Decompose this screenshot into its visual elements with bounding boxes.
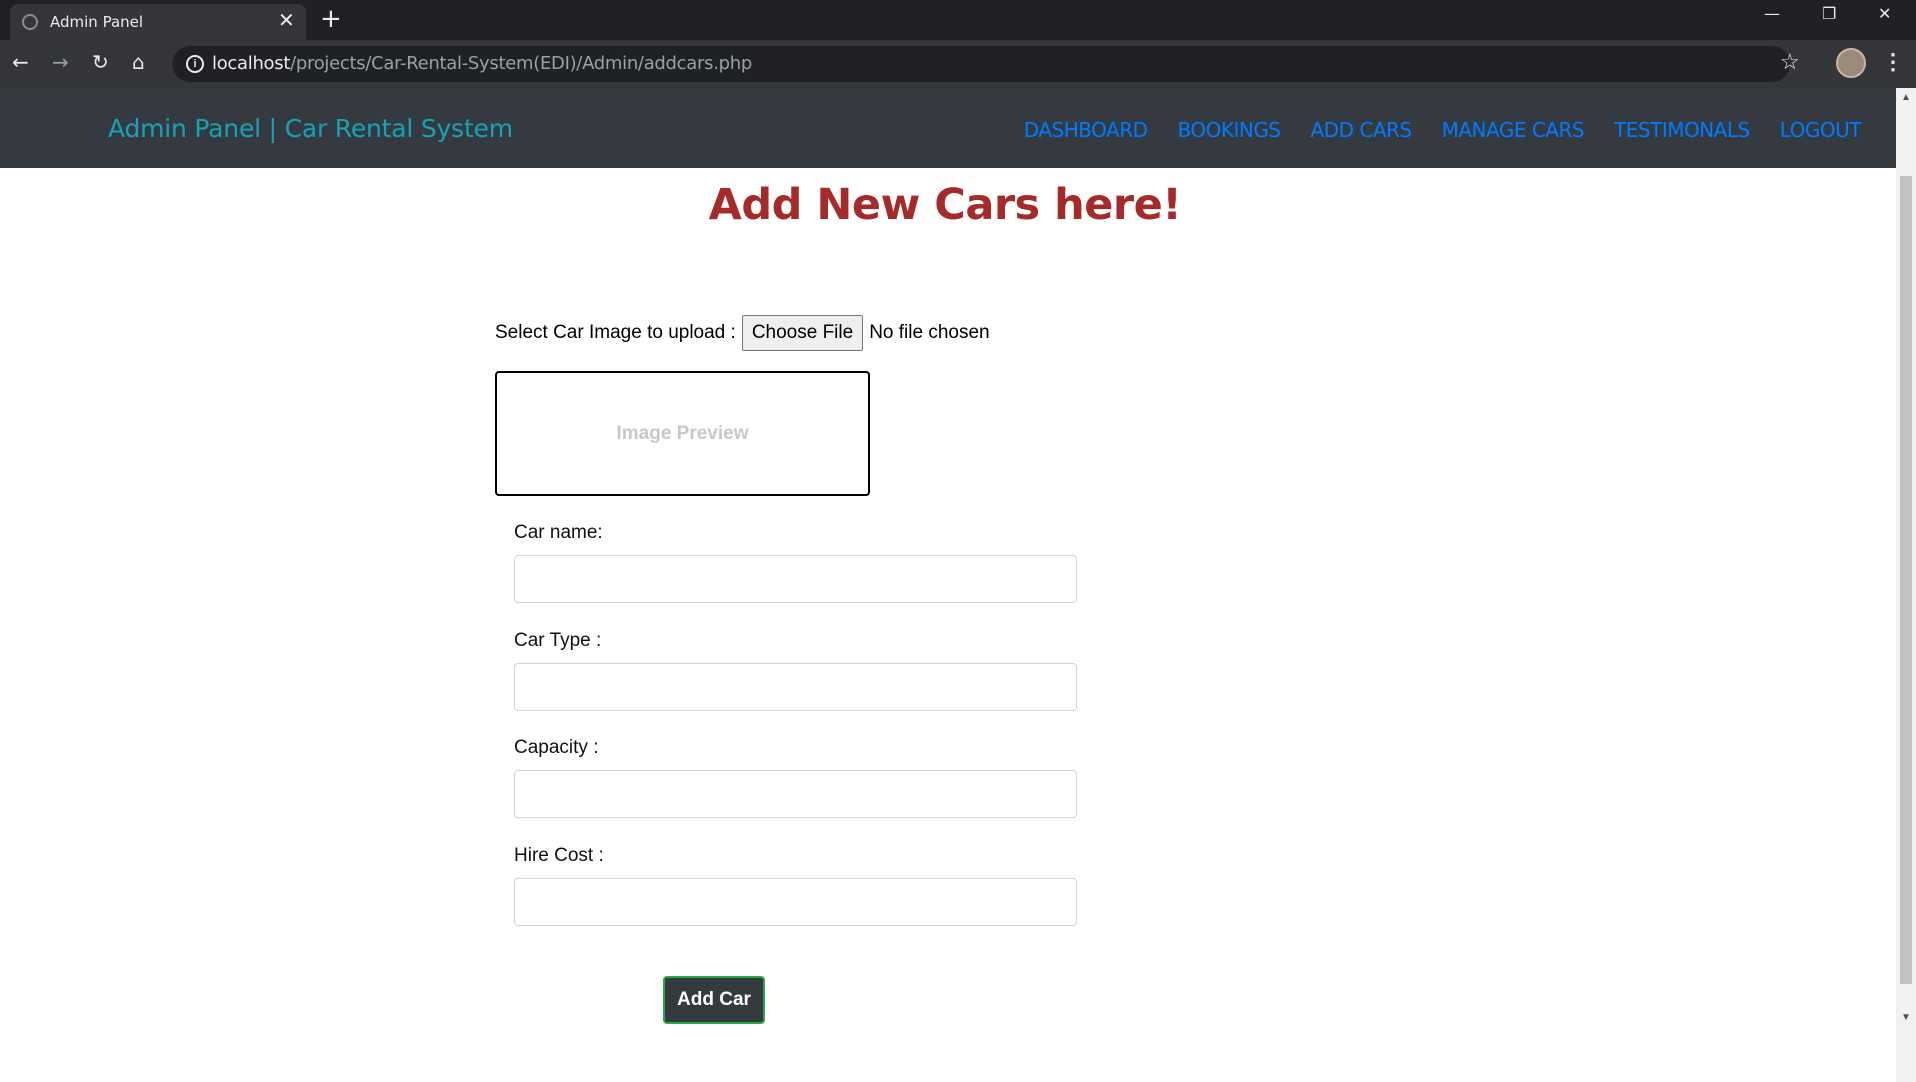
admin-navbar: Admin Panel | Car Rental System DASHBOAR… bbox=[0, 88, 1896, 168]
close-window-icon[interactable]: ✕ bbox=[1878, 4, 1891, 23]
minimize-icon[interactable]: — bbox=[1764, 4, 1780, 23]
url-text[interactable]: localhost/projects/Car-Rental-System(EDI… bbox=[212, 53, 752, 74]
upload-label: Select Car Image to upload : bbox=[495, 322, 736, 343]
new-tab-icon[interactable]: + bbox=[320, 4, 342, 34]
brand-title[interactable]: Admin Panel | Car Rental System bbox=[108, 114, 513, 143]
nav-link-add-cars[interactable]: ADD CARS bbox=[1311, 118, 1413, 142]
car-type-input[interactable] bbox=[514, 663, 1077, 711]
profile-avatar[interactable] bbox=[1836, 48, 1866, 78]
page-content: Admin Panel | Car Rental System DASHBOAR… bbox=[0, 88, 1896, 1082]
close-tab-icon[interactable]: ✕ bbox=[278, 10, 295, 30]
scroll-thumb[interactable] bbox=[1900, 176, 1912, 984]
nav-link-manage-cars[interactable]: MANAGE CARS bbox=[1442, 118, 1585, 142]
page-title: Add New Cars here! bbox=[708, 180, 1182, 230]
capacity-input[interactable] bbox=[514, 770, 1077, 818]
page-scrollbar[interactable]: ▲ ▼ bbox=[1896, 88, 1916, 1082]
scroll-down-icon[interactable]: ▼ bbox=[1900, 1012, 1912, 1023]
address-bar[interactable]: i localhost/projects/Car-Rental-System(E… bbox=[172, 46, 1790, 82]
car-name-input[interactable] bbox=[514, 555, 1077, 603]
home-icon[interactable]: ⌂ bbox=[132, 50, 145, 74]
menu-kebab-icon[interactable]: ⋮ bbox=[1882, 48, 1904, 76]
back-icon[interactable]: ← bbox=[12, 50, 29, 74]
car-type-label: Car Type : bbox=[514, 630, 602, 651]
upload-row: Select Car Image to upload : Choose File… bbox=[495, 315, 990, 351]
no-file-text: No file chosen bbox=[869, 322, 990, 343]
car-name-label: Car name: bbox=[514, 522, 603, 543]
nav-link-bookings[interactable]: BOOKINGS bbox=[1177, 118, 1281, 142]
hire-cost-input[interactable] bbox=[514, 878, 1077, 926]
tab-title: Admin Panel bbox=[50, 13, 144, 31]
forward-icon[interactable]: → bbox=[52, 50, 69, 74]
nav-links: DASHBOARD BOOKINGS ADD CARS MANAGE CARS … bbox=[1024, 118, 1862, 142]
image-preview-box: Image Preview bbox=[495, 371, 870, 496]
restore-icon[interactable]: ❐ bbox=[1822, 4, 1836, 23]
nav-link-testimonals[interactable]: TESTIMONALS bbox=[1614, 118, 1750, 142]
bookmark-star-icon[interactable]: ☆ bbox=[1780, 50, 1800, 74]
reload-icon[interactable]: ↻ bbox=[92, 50, 109, 74]
browser-toolbar: ← → ↻ ⌂ i localhost/projects/Car-Rental-… bbox=[0, 40, 1916, 88]
browser-tab[interactable]: Admin Panel ✕ bbox=[10, 4, 306, 40]
info-icon[interactable]: i bbox=[186, 55, 204, 73]
url-path: /projects/Car-Rental-System(EDI)/Admin/a… bbox=[290, 53, 752, 74]
nav-link-dashboard[interactable]: DASHBOARD bbox=[1024, 118, 1148, 142]
nav-link-logout[interactable]: LOGOUT bbox=[1780, 118, 1862, 142]
hire-cost-label: Hire Cost : bbox=[514, 845, 604, 866]
scroll-up-icon[interactable]: ▲ bbox=[1900, 92, 1912, 103]
image-preview-text: Image Preview bbox=[616, 422, 749, 444]
url-host: localhost bbox=[212, 53, 291, 74]
add-car-button[interactable]: Add Car bbox=[663, 976, 765, 1024]
globe-icon bbox=[22, 14, 38, 30]
browser-tabbar: Admin Panel ✕ + — ❐ ✕ bbox=[0, 0, 1916, 40]
capacity-label: Capacity : bbox=[514, 737, 599, 758]
choose-file-button[interactable]: Choose File bbox=[741, 315, 864, 351]
